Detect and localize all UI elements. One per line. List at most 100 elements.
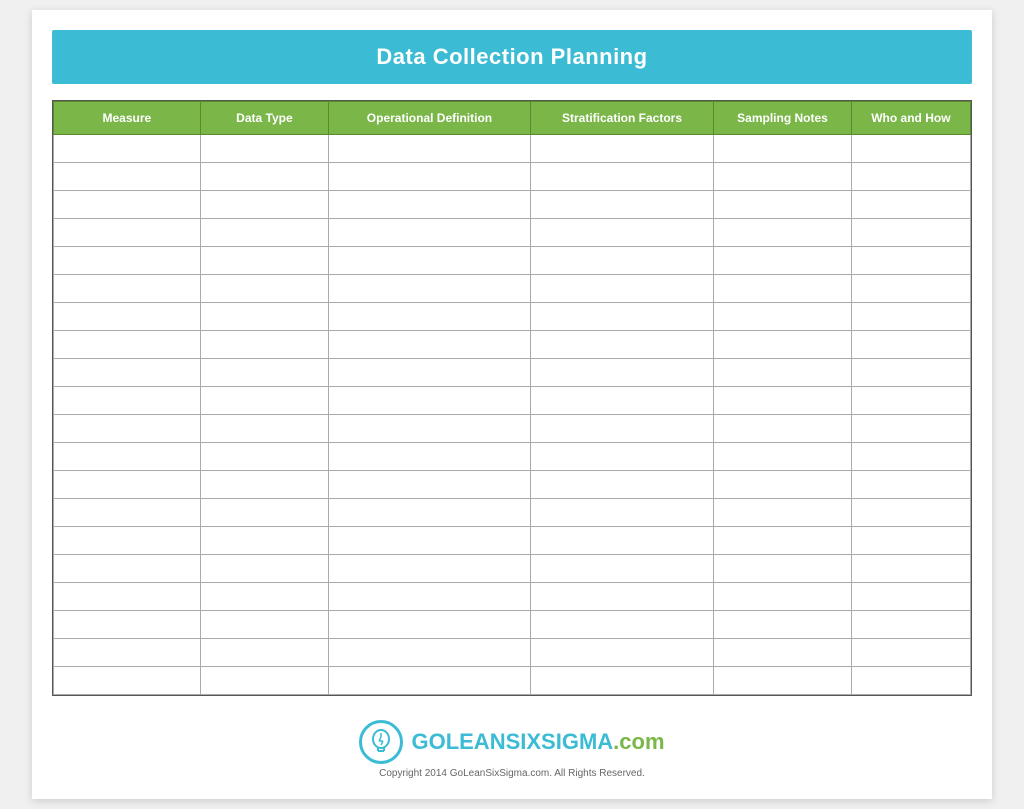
table-cell[interactable] <box>200 275 328 303</box>
table-cell[interactable] <box>329 163 531 191</box>
table-cell[interactable] <box>714 163 852 191</box>
table-cell[interactable] <box>851 499 970 527</box>
table-cell[interactable] <box>54 219 201 247</box>
table-cell[interactable] <box>851 219 970 247</box>
table-cell[interactable] <box>54 387 201 415</box>
table-cell[interactable] <box>714 247 852 275</box>
table-cell[interactable] <box>329 499 531 527</box>
table-cell[interactable] <box>329 191 531 219</box>
table-cell[interactable] <box>200 611 328 639</box>
table-cell[interactable] <box>530 275 713 303</box>
table-cell[interactable] <box>530 359 713 387</box>
table-cell[interactable] <box>329 443 531 471</box>
table-cell[interactable] <box>200 583 328 611</box>
table-cell[interactable] <box>530 639 713 667</box>
table-cell[interactable] <box>54 191 201 219</box>
table-cell[interactable] <box>714 387 852 415</box>
table-cell[interactable] <box>530 135 713 163</box>
table-cell[interactable] <box>714 331 852 359</box>
table-cell[interactable] <box>329 527 531 555</box>
table-cell[interactable] <box>530 611 713 639</box>
table-cell[interactable] <box>851 331 970 359</box>
table-cell[interactable] <box>200 415 328 443</box>
table-cell[interactable] <box>714 499 852 527</box>
table-cell[interactable] <box>200 135 328 163</box>
table-cell[interactable] <box>714 583 852 611</box>
table-cell[interactable] <box>530 527 713 555</box>
table-cell[interactable] <box>530 667 713 695</box>
table-cell[interactable] <box>329 583 531 611</box>
table-cell[interactable] <box>714 359 852 387</box>
table-cell[interactable] <box>530 415 713 443</box>
table-cell[interactable] <box>329 331 531 359</box>
table-cell[interactable] <box>851 359 970 387</box>
table-cell[interactable] <box>329 415 531 443</box>
table-cell[interactable] <box>714 667 852 695</box>
table-cell[interactable] <box>714 639 852 667</box>
table-cell[interactable] <box>329 275 531 303</box>
table-cell[interactable] <box>200 331 328 359</box>
table-cell[interactable] <box>714 191 852 219</box>
table-cell[interactable] <box>200 527 328 555</box>
table-cell[interactable] <box>530 219 713 247</box>
table-cell[interactable] <box>530 387 713 415</box>
table-cell[interactable] <box>200 443 328 471</box>
table-cell[interactable] <box>200 499 328 527</box>
table-cell[interactable] <box>54 359 201 387</box>
table-cell[interactable] <box>530 163 713 191</box>
table-cell[interactable] <box>530 499 713 527</box>
table-cell[interactable] <box>329 387 531 415</box>
table-cell[interactable] <box>851 387 970 415</box>
table-cell[interactable] <box>530 443 713 471</box>
table-cell[interactable] <box>54 303 201 331</box>
table-cell[interactable] <box>329 555 531 583</box>
table-cell[interactable] <box>530 331 713 359</box>
table-cell[interactable] <box>714 471 852 499</box>
table-cell[interactable] <box>54 583 201 611</box>
table-cell[interactable] <box>54 331 201 359</box>
table-cell[interactable] <box>714 527 852 555</box>
table-cell[interactable] <box>200 387 328 415</box>
table-cell[interactable] <box>54 135 201 163</box>
table-cell[interactable] <box>530 191 713 219</box>
table-cell[interactable] <box>200 555 328 583</box>
table-cell[interactable] <box>329 219 531 247</box>
table-cell[interactable] <box>530 247 713 275</box>
table-cell[interactable] <box>851 303 970 331</box>
table-cell[interactable] <box>329 639 531 667</box>
table-cell[interactable] <box>200 359 328 387</box>
table-cell[interactable] <box>851 611 970 639</box>
table-cell[interactable] <box>851 471 970 499</box>
table-cell[interactable] <box>329 471 531 499</box>
table-cell[interactable] <box>54 415 201 443</box>
table-cell[interactable] <box>530 303 713 331</box>
table-cell[interactable] <box>329 611 531 639</box>
table-cell[interactable] <box>54 527 201 555</box>
table-cell[interactable] <box>851 135 970 163</box>
table-cell[interactable] <box>851 247 970 275</box>
table-cell[interactable] <box>329 359 531 387</box>
table-cell[interactable] <box>200 471 328 499</box>
table-cell[interactable] <box>851 639 970 667</box>
table-cell[interactable] <box>200 219 328 247</box>
table-cell[interactable] <box>714 275 852 303</box>
table-cell[interactable] <box>714 555 852 583</box>
table-cell[interactable] <box>851 527 970 555</box>
table-cell[interactable] <box>54 611 201 639</box>
table-cell[interactable] <box>54 667 201 695</box>
table-cell[interactable] <box>851 191 970 219</box>
table-cell[interactable] <box>54 471 201 499</box>
table-cell[interactable] <box>851 583 970 611</box>
table-cell[interactable] <box>54 163 201 191</box>
table-cell[interactable] <box>714 135 852 163</box>
table-cell[interactable] <box>200 163 328 191</box>
table-cell[interactable] <box>329 247 531 275</box>
table-cell[interactable] <box>851 667 970 695</box>
table-cell[interactable] <box>54 247 201 275</box>
table-cell[interactable] <box>54 499 201 527</box>
table-cell[interactable] <box>200 247 328 275</box>
table-cell[interactable] <box>329 303 531 331</box>
table-cell[interactable] <box>200 667 328 695</box>
table-cell[interactable] <box>851 163 970 191</box>
table-cell[interactable] <box>714 415 852 443</box>
